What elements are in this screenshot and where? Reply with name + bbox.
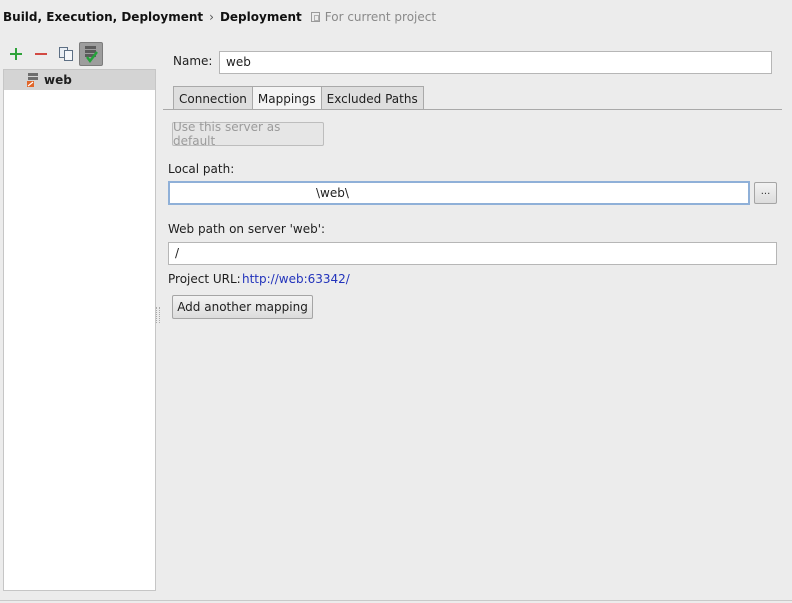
scope-label: For current project	[324, 10, 437, 24]
server-label: web	[44, 73, 72, 87]
tab-divider	[163, 109, 782, 110]
tab-connection[interactable]: Connection	[173, 86, 253, 110]
name-field[interactable]: web	[219, 51, 772, 74]
add-mapping-button[interactable]: Add another mapping	[172, 295, 313, 319]
local-path-label: Local path:	[168, 162, 235, 176]
server-toolbar	[4, 41, 104, 67]
add-icon[interactable]	[4, 42, 28, 66]
splitter-handle[interactable]	[156, 307, 160, 323]
project-url-label: Project URL:	[168, 272, 241, 286]
tab-excluded-paths[interactable]: Excluded Paths	[320, 86, 424, 110]
breadcrumb-item-build[interactable]: Build, Execution, Deployment	[3, 10, 203, 24]
server-list-item[interactable]: web	[4, 70, 155, 90]
web-path-input[interactable]: /	[168, 242, 777, 265]
tab-mappings[interactable]: Mappings	[251, 86, 322, 110]
breadcrumb: Build, Execution, Deployment › Deploymen…	[3, 9, 436, 25]
scope-indicator: For current project	[310, 10, 437, 24]
breadcrumb-item-deployment: Deployment	[219, 10, 302, 24]
use-as-default-button[interactable]: Use this server as default	[172, 120, 324, 148]
local-path-input[interactable]: \web\	[168, 181, 750, 205]
copy-icon[interactable]	[54, 42, 78, 66]
browse-button[interactable]: ...	[754, 182, 777, 204]
breadcrumb-separator: ›	[209, 10, 214, 24]
project-scope-icon	[310, 12, 320, 22]
deployment-settings-page: Build, Execution, Deployment › Deploymen…	[0, 0, 792, 603]
bottom-divider	[0, 600, 792, 601]
web-path-label: Web path on server 'web':	[168, 222, 326, 236]
server-icon	[27, 73, 38, 87]
tab-bar: Connection Mappings Excluded Paths	[173, 86, 424, 110]
server-list[interactable]: web	[3, 69, 156, 591]
default-server-icon[interactable]	[79, 42, 103, 66]
remove-icon[interactable]	[29, 42, 53, 66]
name-label: Name:	[173, 54, 213, 68]
project-url-link[interactable]: http://web:63342/	[242, 272, 350, 286]
